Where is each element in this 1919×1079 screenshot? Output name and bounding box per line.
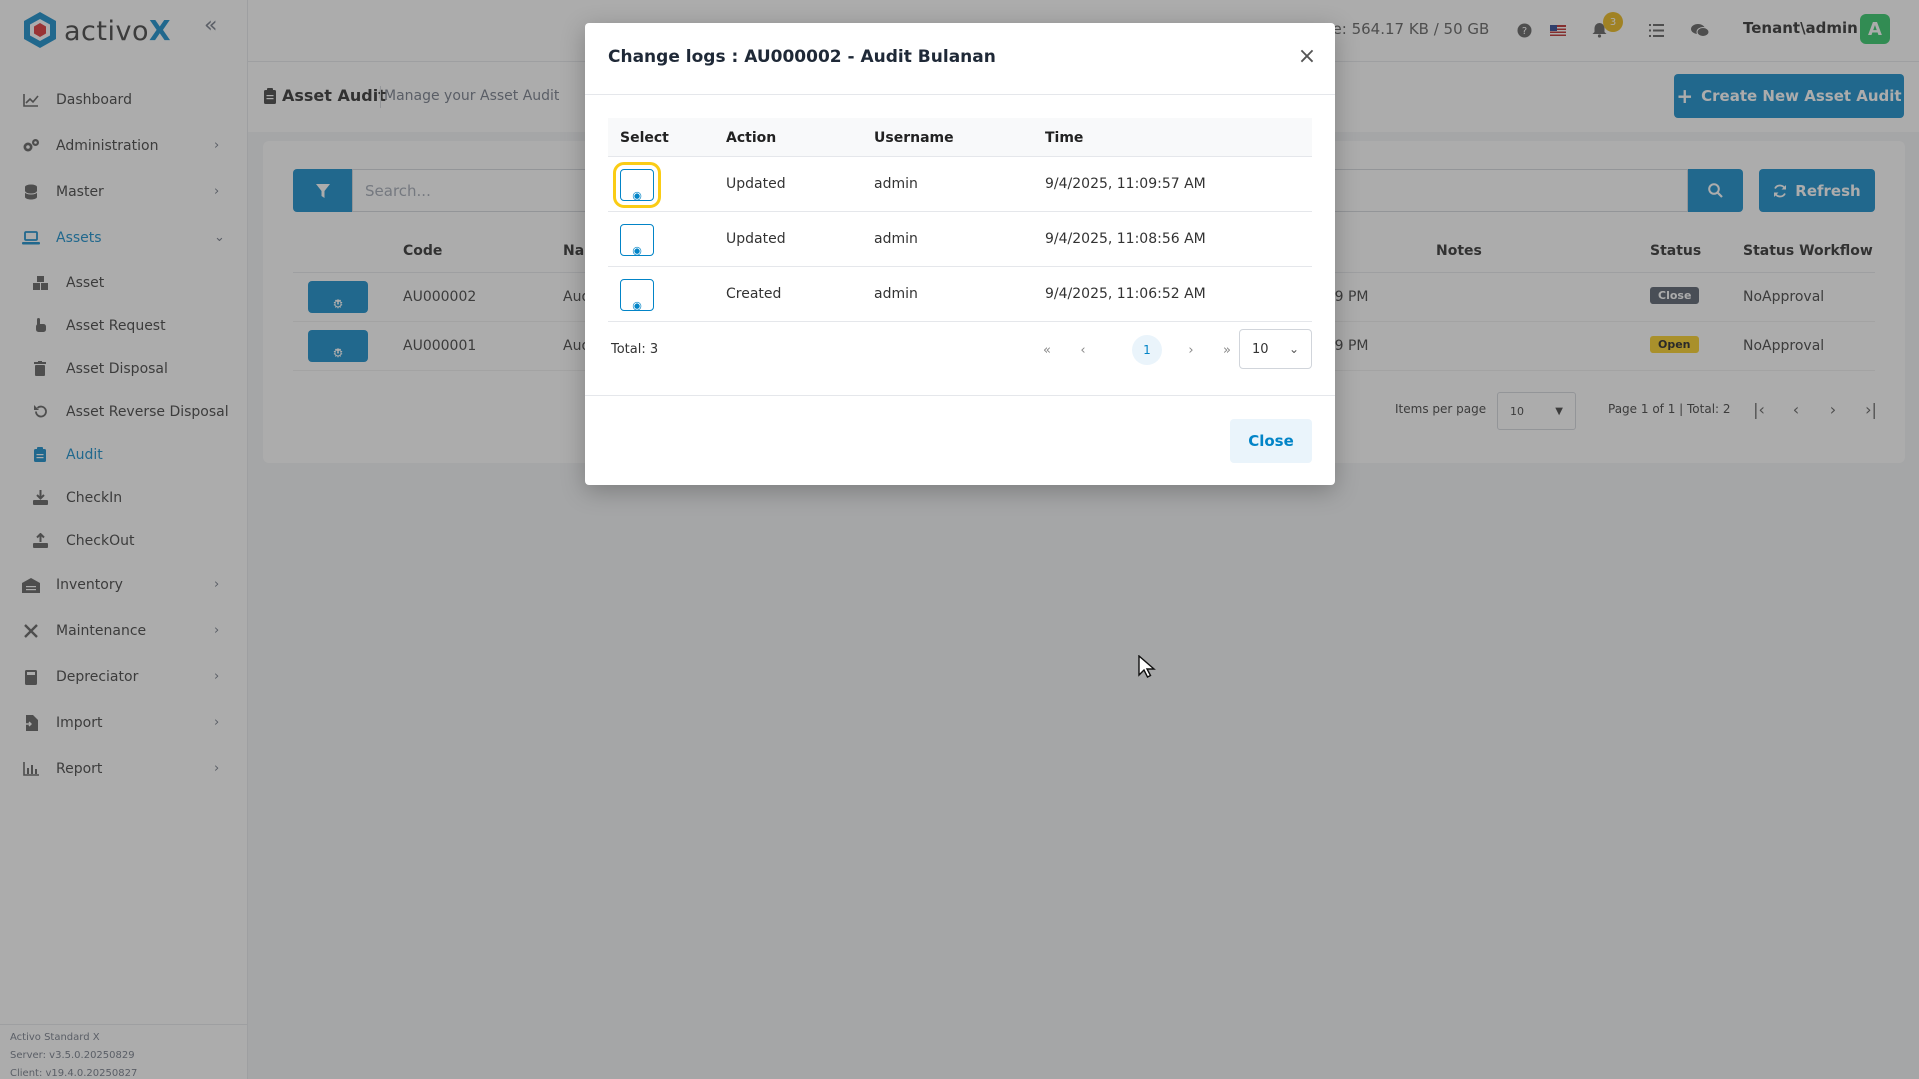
table-row: ◉ Updated admin 9/4/2025, 11:09:57 AM	[608, 157, 1312, 212]
column-header-time: Time	[1045, 130, 1084, 146]
divider	[585, 94, 1335, 95]
change-log-table: Select Action Username Time ◉ Updated ad…	[608, 118, 1312, 322]
log-time: 9/4/2025, 11:09:57 AM	[1045, 176, 1206, 192]
log-username: admin	[874, 231, 918, 247]
column-header-action: Action	[726, 130, 777, 146]
circle-dot-icon: ◉	[632, 299, 642, 312]
log-username: admin	[874, 176, 918, 192]
circle-dot-icon: ◉	[632, 244, 642, 257]
select-log-button[interactable]: ◉	[620, 224, 654, 257]
log-action: Created	[726, 286, 782, 302]
column-header-username: Username	[874, 130, 954, 146]
change-log-pagination: Total: 3 « ‹ 1 › » 10 ⌄	[608, 326, 1312, 372]
select-log-button[interactable]: ◉	[620, 279, 654, 312]
prev-page-icon[interactable]: ‹	[1072, 339, 1094, 361]
table-row: ◉ Updated admin 9/4/2025, 11:08:56 AM	[608, 212, 1312, 267]
log-time: 9/4/2025, 11:06:52 AM	[1045, 286, 1206, 302]
log-action: Updated	[726, 176, 786, 192]
chevron-down-icon: ⌄	[1288, 342, 1299, 356]
mouse-cursor-icon	[1138, 655, 1156, 678]
log-action: Updated	[726, 231, 786, 247]
page-size-select[interactable]: 10 ⌄	[1239, 329, 1312, 369]
first-page-icon[interactable]: «	[1036, 339, 1058, 361]
log-username: admin	[874, 286, 918, 302]
close-icon[interactable]: ×	[1297, 46, 1317, 68]
log-total: Total: 3	[611, 342, 659, 357]
log-time: 9/4/2025, 11:08:56 AM	[1045, 231, 1206, 247]
close-button[interactable]: Close	[1230, 419, 1312, 463]
last-page-icon[interactable]: »	[1216, 339, 1238, 361]
select-log-button[interactable]: ◉	[613, 162, 661, 208]
modal-title: Change logs : AU000002 - Audit Bulanan	[608, 47, 996, 67]
next-page-icon[interactable]: ›	[1180, 339, 1202, 361]
table-row: ◉ Created admin 9/4/2025, 11:06:52 AM	[608, 267, 1312, 322]
divider	[585, 395, 1335, 396]
change-logs-modal: Change logs : AU000002 - Audit Bulanan ×…	[585, 23, 1335, 485]
circle-dot-icon: ◉	[632, 189, 642, 202]
change-log-header: Select Action Username Time	[608, 118, 1312, 157]
column-header-select: Select	[620, 130, 669, 146]
page-number-button[interactable]: 1	[1132, 335, 1162, 365]
page-size-value: 10	[1252, 341, 1269, 357]
